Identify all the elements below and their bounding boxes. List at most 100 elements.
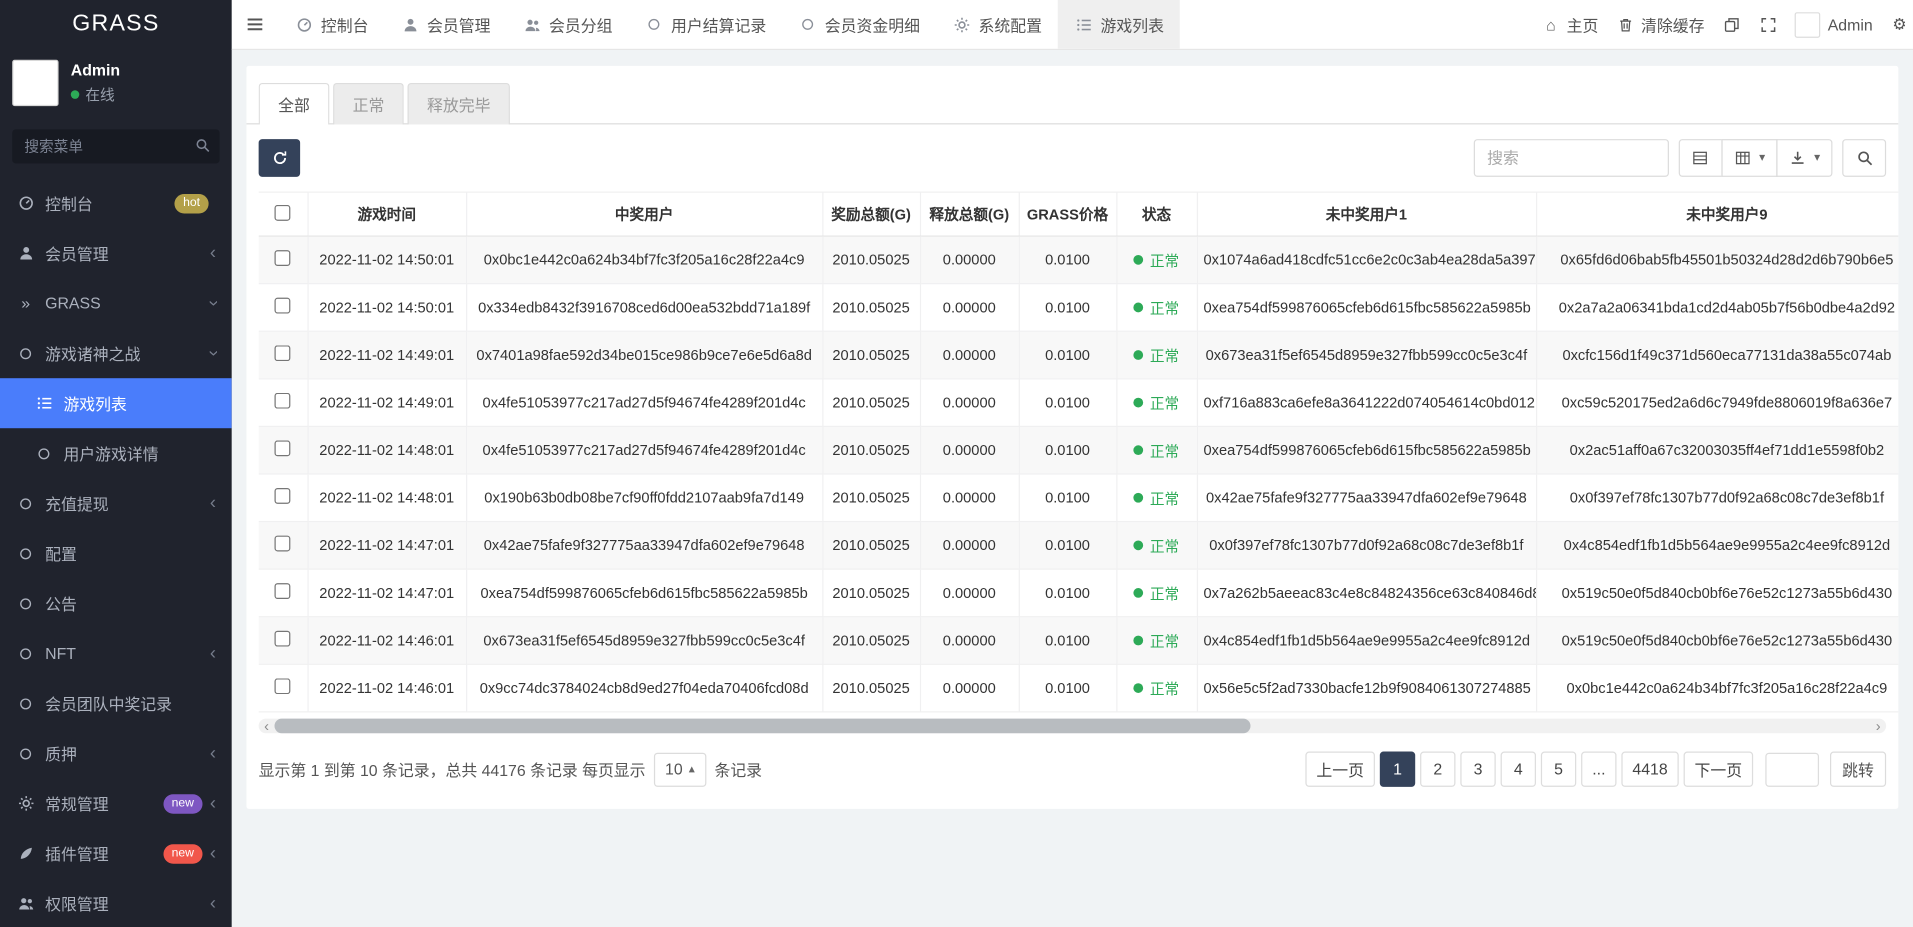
sidebar-item[interactable]: 游戏诸神之战‹	[0, 328, 232, 378]
row-checkbox[interactable]	[275, 631, 291, 647]
cell-game-time: 2022-11-02 14:50:01	[307, 284, 466, 332]
sidebar-item[interactable]: 用户游戏详情	[0, 428, 232, 478]
prev-page-button[interactable]: 上一页	[1305, 752, 1375, 787]
sidebar-item[interactable]: 插件管理new‹	[0, 828, 232, 878]
jump-button[interactable]: 跳转	[1830, 752, 1886, 787]
column-header[interactable]: 状态	[1116, 192, 1197, 236]
sidebar-item[interactable]: 权限管理‹	[0, 878, 232, 927]
sidebar-item[interactable]: 游戏列表	[0, 378, 232, 428]
topnav-item[interactable]: 会员管理	[384, 0, 506, 49]
cell-released-total: 0.00000	[920, 284, 1019, 332]
cell-loser1: 0x0f397ef78fc1307b77d0f92a68c08c7de3ef8b…	[1197, 522, 1536, 570]
cell-loser9: 0xc59c520175ed2a6d6c7949fde8806019f8a636…	[1536, 379, 1898, 427]
export-button[interactable]: ▾	[1776, 139, 1832, 177]
home-link[interactable]: ⌂ 主页	[1541, 13, 1598, 36]
cell-reward-total: 2010.05025	[822, 236, 920, 284]
row-checkbox[interactable]	[275, 298, 291, 314]
next-page-button[interactable]: 下一页	[1684, 752, 1754, 787]
tab[interactable]: 正常	[333, 83, 404, 124]
column-header[interactable]: 奖励总额(G)	[822, 192, 920, 236]
scroll-left-arrow[interactable]: ‹	[259, 719, 275, 734]
cell-checkbox	[259, 331, 308, 379]
select-all-checkbox[interactable]	[275, 204, 291, 220]
admin-menu[interactable]: Admin	[1795, 12, 1873, 38]
cell-loser9: 0x4c854edf1fb1d5b564ae9e9955a2c4ee9fc891…	[1536, 522, 1898, 570]
chevron-left-icon: ‹	[210, 243, 216, 264]
ellipsis-button[interactable]: ...	[1581, 752, 1616, 787]
tab[interactable]: 释放完毕	[408, 83, 510, 124]
cell-released-total: 0.00000	[920, 617, 1019, 665]
sidebar-search-input[interactable]	[12, 129, 219, 163]
row-checkbox[interactable]	[275, 250, 291, 266]
topnav-item[interactable]: 会员资金明细	[782, 0, 936, 49]
search-icon	[1854, 150, 1874, 166]
cell-loser1: 0x673ea31f5ef6545d8959e327fbb599cc0c5e3c…	[1197, 331, 1536, 379]
cell-game-time: 2022-11-02 14:46:01	[307, 617, 466, 665]
topnav-right: ⌂ 主页 清除缓存	[1541, 0, 1913, 49]
sidebar-item[interactable]: 控制台hot	[0, 178, 232, 228]
toggle-view-button[interactable]	[1679, 139, 1723, 177]
topnav-item[interactable]: 会员分组	[506, 0, 628, 49]
columns-button[interactable]: ▾	[1721, 139, 1777, 177]
topnav-item[interactable]: 游戏列表	[1058, 0, 1180, 49]
sidebar-item-label: 公告	[45, 592, 216, 615]
sidebar-item[interactable]: 充值提现‹	[0, 478, 232, 528]
column-header[interactable]: 未中奖用户9	[1536, 192, 1898, 236]
cell-reward-total: 2010.05025	[822, 426, 920, 474]
page-size-dropdown[interactable]: 10 ▴	[654, 752, 706, 786]
caret-down-icon: ▾	[1759, 151, 1765, 164]
sidebar-item[interactable]: 质押‹	[0, 728, 232, 778]
page-button[interactable]: 5	[1541, 752, 1576, 787]
sidebar-item[interactable]: 配置	[0, 528, 232, 578]
cell-winner: 0x4fe51053977c217ad27d5f94674fe4289f201d…	[466, 379, 822, 427]
page-button[interactable]: 1	[1380, 752, 1415, 787]
row-checkbox[interactable]	[275, 583, 291, 599]
column-header[interactable]: 未中奖用户1	[1197, 192, 1536, 236]
scrollbar-thumb[interactable]	[275, 719, 1251, 734]
advanced-search-button[interactable]	[1842, 139, 1886, 177]
sidebar-item[interactable]: 公告	[0, 578, 232, 628]
topnav-item[interactable]: 用户结算记录	[628, 0, 782, 49]
row-checkbox[interactable]	[275, 393, 291, 409]
refresh-button[interactable]	[259, 139, 300, 177]
table-row: 2022-11-02 14:46:010x673ea31f5ef6545d895…	[259, 617, 1899, 665]
column-header[interactable]: 游戏时间	[307, 192, 466, 236]
table-search-input[interactable]	[1474, 139, 1669, 177]
sidebar-item-label: 配置	[45, 542, 216, 565]
tab[interactable]: 全部	[259, 83, 330, 124]
page-button[interactable]: 4	[1501, 752, 1536, 787]
settings-gear-button[interactable]: ⚙	[1890, 15, 1910, 35]
row-checkbox[interactable]	[275, 488, 291, 504]
jump-page-input[interactable]	[1765, 752, 1819, 786]
row-checkbox[interactable]	[275, 536, 291, 552]
horizontal-scrollbar[interactable]: ‹ ›	[259, 719, 1886, 734]
topnav-item[interactable]: 控制台	[278, 0, 384, 49]
copy-window-button[interactable]	[1722, 16, 1742, 32]
column-header[interactable]: 释放总额(G)	[920, 192, 1019, 236]
cell-grass-price: 0.0100	[1019, 617, 1117, 665]
sidebar-item[interactable]: 会员管理‹	[0, 228, 232, 278]
page-button[interactable]: 3	[1460, 752, 1495, 787]
sidebar-item[interactable]: 会员团队中奖记录	[0, 678, 232, 728]
topnav-item[interactable]: 系统配置	[936, 0, 1058, 49]
clear-cache-link[interactable]: 清除缓存	[1615, 13, 1704, 36]
table-view-button-group: ▾ ▾	[1679, 139, 1833, 177]
column-header[interactable]: 中奖用户	[466, 192, 822, 236]
fullscreen-button[interactable]	[1758, 16, 1778, 32]
status-badge: 正常	[1134, 678, 1179, 699]
sidebar-item[interactable]: 常规管理new‹	[0, 778, 232, 828]
home-label: 主页	[1567, 13, 1599, 36]
sidebar-item[interactable]: NFT‹	[0, 628, 232, 678]
cell-status: 正常	[1116, 617, 1197, 665]
row-checkbox[interactable]	[275, 345, 291, 361]
cell-status: 正常	[1116, 569, 1197, 617]
row-checkbox[interactable]	[275, 440, 291, 456]
topnav-item-label: 会员资金明细	[825, 13, 920, 36]
column-header[interactable]: GRASS价格	[1019, 192, 1117, 236]
row-checkbox[interactable]	[275, 678, 291, 694]
page-button[interactable]: 4418	[1621, 752, 1678, 787]
sidebar-item[interactable]: »GRASS‹	[0, 278, 232, 328]
page-button[interactable]: 2	[1420, 752, 1455, 787]
scroll-right-arrow[interactable]: ›	[1870, 719, 1886, 734]
menu-toggle-button[interactable]	[232, 0, 278, 49]
